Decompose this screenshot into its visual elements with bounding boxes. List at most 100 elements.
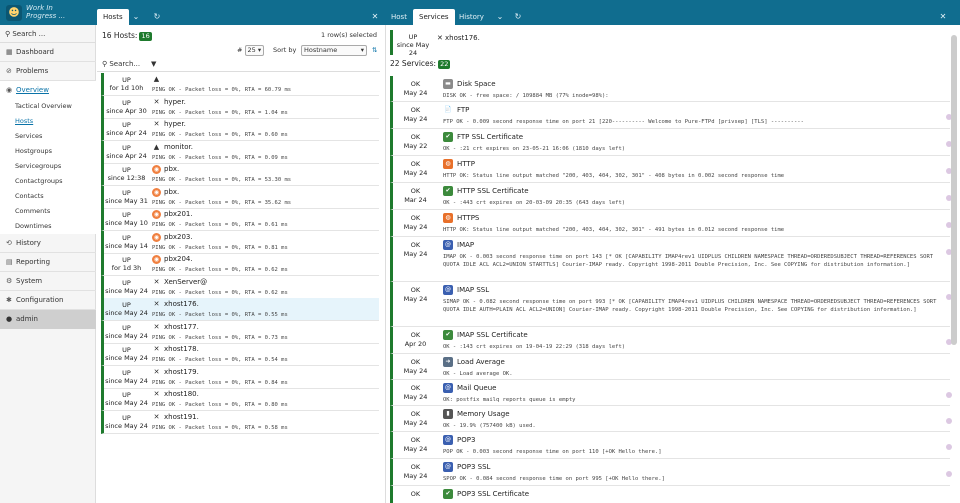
host-name[interactable]: pbx201. xyxy=(164,210,193,219)
sidebar-sub-services[interactable]: Services xyxy=(0,129,96,144)
sort-direction-icon[interactable]: ⇅ xyxy=(372,44,377,56)
host-name[interactable]: xhost176. xyxy=(164,300,199,309)
xen-icon: ✕ xyxy=(153,300,160,308)
sidebar-sub-hostgroups[interactable]: Hostgroups xyxy=(0,144,96,159)
host-row[interactable]: UP since May 24 ✕ xhost179. PING OK - Packet… xyxy=(101,365,379,389)
sidebar-item-overview[interactable]: ◉ Overview xyxy=(0,81,96,100)
tab-history[interactable]: History xyxy=(453,9,490,25)
service-row[interactable]: OK May 24 @ POP3 POP OK - 0.003 second respo… xyxy=(390,432,952,459)
host-row[interactable]: UP for 1d 3h ◉ pbx204. PING OK - Packet loss… xyxy=(101,253,379,276)
sidebar-sub-hosts[interactable]: Hosts xyxy=(0,114,96,129)
refresh-icon[interactable]: ↻ xyxy=(512,10,524,24)
sidebar-item-configuration[interactable]: ✱ Configuration xyxy=(0,291,96,310)
sidebar-sub-downtimes[interactable]: Downtimes xyxy=(0,219,96,234)
service-row[interactable]: OK May 24 ➜ Load Average OK - Load average O… xyxy=(390,354,950,380)
host-search-input[interactable]: Search... xyxy=(109,60,140,68)
limit-select[interactable]: 25 ▾ xyxy=(244,45,265,56)
service-name[interactable]: Load Average xyxy=(457,357,505,367)
host-row[interactable]: UP since May 24 ✕ xhost177. PING OK - Packet… xyxy=(101,320,379,344)
host-name[interactable]: pbx. xyxy=(164,188,179,197)
sidebar-search[interactable]: ⚲ Search ... xyxy=(0,25,96,43)
service-row[interactable]: OK May 24 ◍ HTTP HTTP OK: Status line output… xyxy=(390,156,952,183)
service-name[interactable]: Mail Queue xyxy=(457,383,496,393)
close-icon[interactable]: ✕ xyxy=(369,10,381,24)
host-row[interactable]: UP for 1d 10h ▲ PING OK - Packet loss = 0%,… xyxy=(101,73,379,96)
filter-icon[interactable]: ▼ xyxy=(151,57,156,72)
host-name[interactable]: XenServer@ xyxy=(164,278,207,287)
scrollbar[interactable] xyxy=(951,35,957,345)
host-name[interactable]: xhost179. xyxy=(164,368,199,377)
service-row[interactable]: OK May 24 @ POP3 SSL SPOP OK - 0.084 second … xyxy=(390,459,952,486)
host-row[interactable]: UP since May 10 ◉ pbx201. PING OK - Packet l… xyxy=(101,208,379,231)
service-name[interactable]: IMAP SSL xyxy=(457,285,489,295)
host-row[interactable]: UP since May 14 ◉ pbx203. PING OK - Packet l… xyxy=(101,230,379,254)
service-name[interactable]: POP3 SSL xyxy=(457,462,490,472)
service-name[interactable]: FTP xyxy=(457,105,469,115)
tab-host[interactable]: Host xyxy=(385,9,413,25)
sidebar-item-system[interactable]: ⚙ System xyxy=(0,272,96,291)
service-name[interactable]: POP3 xyxy=(457,435,475,445)
host-row[interactable]: UP since May 31 ◉ pbx. PING OK - Packet loss… xyxy=(101,185,379,209)
refresh-icon[interactable]: ↻ xyxy=(151,10,163,24)
service-name[interactable]: IMAP SSL Certificate xyxy=(457,330,528,340)
host-name[interactable]: xhost177. xyxy=(164,323,199,332)
service-row[interactable]: OK May 22 ✔ FTP SSL Certificate OK - :21 crt… xyxy=(390,129,952,156)
host-name[interactable]: pbx203. xyxy=(164,233,193,242)
host-row[interactable]: UP since Apr 30 ✕ hyper. PING OK - Packet lo… xyxy=(101,95,379,119)
sidebar-sub-comments[interactable]: Comments xyxy=(0,204,96,219)
host-name[interactable]: xhost191. xyxy=(164,413,199,422)
sidebar-item-reporting[interactable]: ▤ Reporting xyxy=(0,253,96,272)
host-name[interactable]: hyper. xyxy=(164,98,186,107)
sidebar-sub-tactical-overview[interactable]: Tactical Overview xyxy=(0,99,96,114)
service-name[interactable]: HTTP SSL Certificate xyxy=(457,186,529,196)
tab-hosts[interactable]: Hosts xyxy=(97,9,129,25)
host-row[interactable]: UP since May 24 ✕ XenServer@ PING OK - Packe… xyxy=(101,275,379,299)
service-row[interactable]: OK May 24 ◍ HTTPS HTTP OK: Status line outpu… xyxy=(390,210,952,237)
sidebar-user[interactable]: ● admin xyxy=(0,310,96,329)
chevron-down-icon[interactable]: ⌄ xyxy=(130,10,142,24)
service-row[interactable]: OK ✔ POP3 SSL Certificate xyxy=(390,486,950,503)
host-name[interactable]: pbx204. xyxy=(164,255,193,264)
host-row[interactable]: UP since May 24 ✕ xhost178. PING OK - Packet… xyxy=(101,343,379,366)
sidebar-item-problems[interactable]: ⊘ Problems xyxy=(0,62,96,81)
host-name[interactable]: xhost178. xyxy=(164,345,199,354)
service-row[interactable]: OK Apr 20 ✔ IMAP SSL Certificate OK - :143 c… xyxy=(390,327,952,354)
close-icon[interactable]: ✕ xyxy=(937,10,949,24)
service-name[interactable]: Disk Space xyxy=(457,79,496,89)
service-row[interactable]: OK May 24 @ IMAP SSL SIMAP OK - 0.082 second… xyxy=(390,282,952,327)
service-row[interactable]: OK May 24 @ Mail Queue OK: postfix mailq rep… xyxy=(390,380,952,406)
service-row[interactable]: OK May 24 📄 FTP FTP OK - 0.009 second respon… xyxy=(390,102,952,129)
service-name[interactable]: Memory Usage xyxy=(457,409,510,419)
host-row[interactable]: UP since May 24 ✕ xhost180. PING OK - Packet… xyxy=(101,388,379,411)
host-row[interactable]: UP since Apr 24 ▲ monitor. PING OK - Packet … xyxy=(101,140,379,164)
sidebar-sub-contacts[interactable]: Contacts xyxy=(0,189,96,204)
service-since: May 24 xyxy=(403,169,428,177)
service-name[interactable]: POP3 SSL Certificate xyxy=(457,489,529,499)
service-name[interactable]: IMAP xyxy=(457,240,474,250)
sort-select[interactable]: Hostname ▾ xyxy=(301,45,367,56)
sidebar-item-dashboard[interactable]: ▦ Dashboard xyxy=(0,43,96,62)
service-name[interactable]: HTTP xyxy=(457,159,475,169)
tab-services[interactable]: Services xyxy=(413,9,455,25)
sidebar-sub-contactgroups[interactable]: Contactgroups xyxy=(0,174,96,189)
host-name[interactable]: xhost180. xyxy=(164,390,199,399)
service-row[interactable]: OK May 24 ▮ Memory Usage OK - 19.9% (757400 … xyxy=(390,406,952,432)
service-row[interactable]: OK May 24 @ IMAP IMAP OK - 0.003 second resp… xyxy=(390,237,952,282)
host-row[interactable]: UP since May 24 ✕ xhost176. PING OK - Packet… xyxy=(101,298,379,321)
service-since: May 24 xyxy=(403,393,428,401)
service-row[interactable]: OK Mar 24 ✔ HTTP SSL Certificate OK - :443 c… xyxy=(390,183,952,210)
host-name[interactable]: hyper. xyxy=(164,120,186,129)
host-name[interactable]: pbx. xyxy=(164,165,179,174)
service-name[interactable]: HTTPS xyxy=(457,213,479,223)
pane-divider[interactable] xyxy=(385,25,386,503)
host-row[interactable]: UP since Apr 24 ✕ hyper. PING OK - Packet lo… xyxy=(101,118,379,141)
service-row[interactable]: OK May 24 ▬ Disk Space DISK OK - free space:… xyxy=(390,76,950,102)
sidebar-sub-servicegroups[interactable]: Servicegroups xyxy=(0,159,96,174)
host-row[interactable]: UP since 12:38 ◉ pbx. PING OK - Packet loss … xyxy=(101,163,379,186)
sidebar-item-history[interactable]: ⟲ History xyxy=(0,234,96,253)
host-row[interactable]: UP since May 24 ✕ xhost191. PING OK - Packet… xyxy=(101,410,379,434)
service-name[interactable]: FTP SSL Certificate xyxy=(457,132,523,142)
host-name[interactable]: monitor. xyxy=(164,143,193,152)
chevron-down-icon[interactable]: ⌄ xyxy=(494,10,506,24)
app-logo[interactable]: ☻ Work In Progress ... xyxy=(6,3,96,23)
